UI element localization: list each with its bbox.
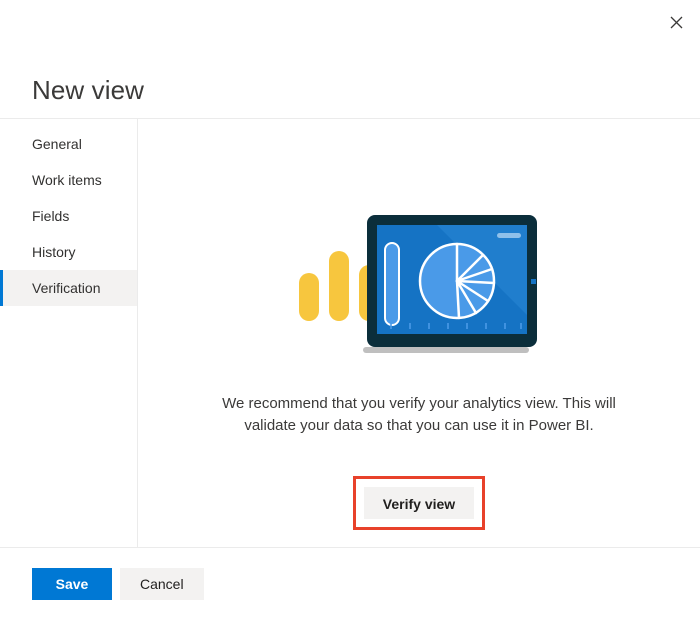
nav-top-spacer xyxy=(0,119,137,126)
page-title: New view xyxy=(32,75,145,105)
verify-view-button[interactable]: Verify view xyxy=(363,487,475,519)
cancel-button[interactable]: Cancel xyxy=(120,567,204,600)
sidebar-item-fields[interactable]: Fields xyxy=(0,198,137,234)
sidebar-item-label: Fields xyxy=(32,208,70,224)
recommendation-text: We recommend that you verify your analyt… xyxy=(222,395,616,434)
sidebar-item-verification[interactable]: Verification xyxy=(0,270,137,306)
sidebar-nav: General Work items Fields History Verifi… xyxy=(0,119,137,306)
close-button[interactable] xyxy=(656,4,696,40)
sidebar-item-history[interactable]: History xyxy=(0,234,137,270)
save-button[interactable]: Save xyxy=(32,567,112,600)
sidebar-item-label: Work items xyxy=(32,172,102,188)
sidebar-item-work-items[interactable]: Work items xyxy=(0,162,137,198)
analytics-tablet-illustration xyxy=(289,205,549,365)
sidebar-item-general[interactable]: General xyxy=(0,126,137,162)
verification-panel: We recommend that you verify your analyt… xyxy=(138,119,700,547)
sidebar-item-label: History xyxy=(32,244,76,260)
sidebar-item-label: General xyxy=(32,136,82,152)
dialog-footer: Save Cancel xyxy=(0,548,700,619)
verify-view-annotation: Verify view xyxy=(352,476,486,530)
sidebar-item-label: Verification xyxy=(32,280,101,296)
close-icon xyxy=(670,16,683,29)
